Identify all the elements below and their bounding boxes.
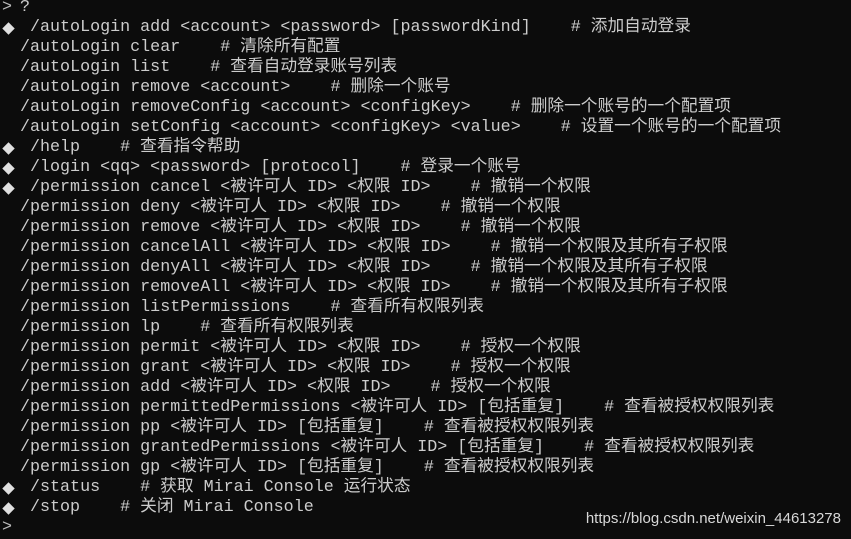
command-text: /autoLogin setConfig <account> <configKe… [20, 118, 782, 137]
command-text: /autoLogin list # 查看自动登录账号列表 [20, 58, 398, 77]
prompt-symbol: > [2, 518, 13, 537]
command-text: /permission lp # 查看所有权限列表 [20, 318, 354, 337]
command-text: /permission permit <被许可人 ID> <权限 ID> # 授… [20, 338, 581, 357]
diamond-bullet-icon [2, 142, 15, 155]
command-text: /permission add <被许可人 ID> <权限 ID> # 授权一个… [20, 378, 551, 397]
command-text: /autoLogin removeConfig <account> <confi… [20, 98, 731, 117]
watermark: https://blog.csdn.net/weixin_44613278 [585, 510, 841, 527]
command-text: /status # 获取 Mirai Console 运行状态 [30, 478, 411, 497]
diamond-bullet-icon [2, 502, 15, 515]
command-text: /permission grantedPermissions <被许可人 ID>… [20, 438, 755, 457]
command-text: /permission cancelAll <被许可人 ID> <权限 ID> … [20, 238, 728, 257]
command-text: /permission permittedPermissions <被许可人 I… [20, 398, 775, 417]
command-text: /permission gp <被许可人 ID> [包括重复] # 查看被授权权… [20, 458, 595, 477]
command-text: /autoLogin remove <account> # 删除一个账号 [20, 78, 451, 97]
command-text: /permission pp <被许可人 ID> [包括重复] # 查看被授权权… [20, 418, 595, 437]
command-text: /permission listPermissions # 查看所有权限列表 [20, 298, 484, 317]
prompt-line: > ? [0, 0, 40, 20]
command-text: /permission denyAll <被许可人 ID> <权限 ID> # … [20, 258, 708, 277]
command-text: /permission grant <被许可人 ID> <权限 ID> # 授权… [20, 358, 571, 377]
user-input: ? [20, 0, 31, 17]
command-text: /autoLogin clear # 清除所有配置 [20, 38, 341, 57]
command-text: /permission removeAll <被许可人 ID> <权限 ID> … [20, 278, 728, 297]
command-text: /stop # 关闭 Mirai Console [30, 498, 314, 517]
command-text: /autoLogin add <account> <password> [pas… [30, 18, 691, 37]
command-text: /permission remove <被许可人 ID> <权限 ID> # 撤… [20, 218, 581, 237]
prompt-symbol: > [2, 0, 13, 17]
diamond-bullet-icon [2, 182, 15, 195]
command-text: /permission deny <被许可人 ID> <权限 ID> # 撤销一… [20, 198, 561, 217]
diamond-bullet-icon [2, 162, 15, 175]
command-text: /login <qq> <password> [protocol] # 登录一个… [30, 158, 521, 177]
input-prompt-line[interactable]: > [0, 518, 40, 539]
terminal-window[interactable]: > ? /autoLogin add <account> <password> … [0, 0, 851, 539]
command-text: /help # 查看指令帮助 [30, 138, 241, 157]
command-text: /permission cancel <被许可人 ID> <权限 ID> # 撤… [30, 178, 591, 197]
diamond-bullet-icon [2, 482, 15, 495]
